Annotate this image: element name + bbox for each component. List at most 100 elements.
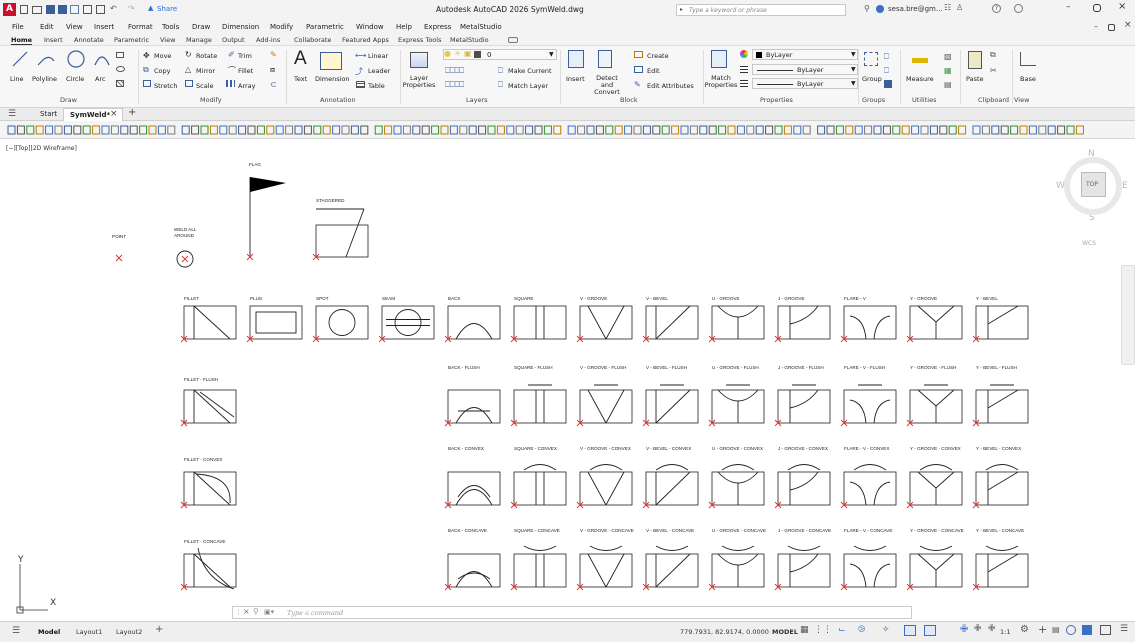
clock-icon[interactable] [1014,4,1023,13]
toolbar-tool-icon[interactable] [845,125,854,135]
osnap-icon[interactable]: ✧ [882,625,890,635]
plot-icon[interactable] [83,5,92,14]
polyline-label[interactable]: Polyline [32,75,57,83]
toolbar-tool-icon[interactable] [835,125,844,135]
close-icon[interactable]: × [1118,1,1126,12]
hardware-accel-icon[interactable] [1082,625,1092,635]
base-button[interactable]: Base [1020,75,1036,83]
new-icon[interactable] [20,5,28,14]
menu-modify[interactable]: Modify [270,23,293,31]
toolbar-tool-icon[interactable] [774,125,783,135]
toolbar-tool-icon[interactable] [313,125,322,135]
toolbar-tool-icon[interactable] [515,125,524,135]
toolbar-tool-icon[interactable] [642,125,651,135]
toolbar-tool-icon[interactable] [543,125,552,135]
arc-button[interactable] [92,49,112,75]
open-icon[interactable] [32,6,42,14]
tab-express-tools[interactable]: Express Tools [398,36,441,44]
tab-metalstudio[interactable]: MetalStudio [450,36,489,44]
view-panel-label[interactable]: View [1014,96,1029,104]
copy-clip-icon[interactable]: ⧉ [990,50,996,60]
model-space-button[interactable]: MODEL [772,628,798,636]
toolbar-tool-icon[interactable] [7,125,16,135]
toolbar-tool-icon[interactable] [972,125,981,135]
new-tab-icon[interactable]: + [128,107,136,118]
toolbar-tool-icon[interactable] [275,125,284,135]
toolbar-tool-icon[interactable] [661,125,670,135]
toolbar-tool-icon[interactable] [948,125,957,135]
toolbar-tool-icon[interactable] [892,125,901,135]
menu-express[interactable]: Express [424,23,451,31]
stretch-button[interactable]: Stretch [154,82,177,90]
tab-annotate[interactable]: Annotate [74,36,104,44]
id-point-icon[interactable]: ▤ [944,80,952,89]
close-tab-icon[interactable]: × [110,109,118,119]
toolbar-tool-icon[interactable] [1057,125,1066,135]
help-icon[interactable]: ? [992,4,1001,13]
ungroup-icon[interactable]: ⎕ [884,52,889,62]
command-search-icon[interactable]: ⚲ [253,607,259,616]
toolbar-tool-icon[interactable] [256,125,265,135]
tab-parametric[interactable]: Parametric [114,36,149,44]
toolbar-tool-icon[interactable] [157,125,166,135]
otrack-icon[interactable] [904,625,916,636]
cut-icon[interactable]: ✂ [990,66,997,75]
tab-output[interactable]: Output [222,36,245,44]
group-edit-icon[interactable]: ⎕ [884,66,889,76]
ribbon-toggle-icon[interactable] [508,37,518,43]
redo-icon[interactable]: ↷ [128,4,135,13]
toolbar-tool-icon[interactable] [468,125,477,135]
toolbar-tool-icon[interactable] [92,125,101,135]
match-properties-button[interactable]: Match Properties [704,75,738,89]
arc-label[interactable]: Arc [95,75,106,83]
toolbar-tool-icon[interactable] [294,125,303,135]
toolbar-tool-icon[interactable] [1019,125,1028,135]
layer-tools-row2-icon[interactable]: ⎕⎕⎕⎕ [445,80,464,90]
toolbar-tool-icon[interactable] [360,125,369,135]
layer-tools-icon[interactable]: ⎕⎕⎕⎕ [445,66,464,76]
clipboard-panel-label[interactable]: Clipboard [978,96,1009,104]
toolbar-tool-icon[interactable] [689,125,698,135]
ortho-icon[interactable]: ⌙ [838,625,846,635]
group-button[interactable]: Group [862,75,882,83]
snap-icon[interactable]: ⋮⋮ [814,625,832,635]
viewcube-top-face[interactable]: TOP [1081,172,1106,197]
line-button[interactable] [10,49,30,75]
toolbar-tool-icon[interactable] [120,125,129,135]
people-icon[interactable]: ♙ [956,3,963,12]
group-select-icon[interactable] [884,80,892,88]
toolbar-tool-icon[interactable] [402,125,411,135]
toolbar-tool-icon[interactable] [322,125,331,135]
insert-button[interactable]: Insert [566,75,585,83]
scale-button[interactable]: Scale [196,82,214,90]
toolbar-tool-icon[interactable] [181,125,190,135]
toolbar-tool-icon[interactable] [567,125,576,135]
toolbar-tool-icon[interactable] [727,125,736,135]
toolbar-tool-icon[interactable] [882,125,891,135]
toolbar-tool-icon[interactable] [624,125,633,135]
grid-icon[interactable]: ▦ [800,625,809,635]
toolbar-tool-icon[interactable] [167,125,176,135]
annotation-scale[interactable]: 1:1 [1000,628,1010,636]
menu-help[interactable]: Help [396,23,412,31]
toolbar-tool-icon[interactable] [139,125,148,135]
table-button[interactable]: Table [368,82,385,90]
toolbar-tool-icon[interactable] [746,125,755,135]
polyline-button[interactable] [36,49,56,75]
toolbar-tool-icon[interactable] [680,125,689,135]
toolbar-tool-icon[interactable] [191,125,200,135]
toolbar-tool-icon[interactable] [374,125,383,135]
toolbar-tool-icon[interactable] [614,125,623,135]
toolbar-tool-icon[interactable] [929,125,938,135]
rectangle-icon[interactable] [116,52,124,58]
model-tab[interactable]: Model [38,628,60,636]
color-dropdown[interactable]: ByLayer ▼ [752,49,858,60]
erase-icon[interactable]: ✎ [270,50,277,59]
annotation-panel-label[interactable]: Annotation [320,96,356,104]
toolbar-tool-icon[interactable] [478,125,487,135]
toolbar-tool-icon[interactable] [26,125,35,135]
command-close-icon[interactable]: × [243,607,250,616]
toolbar-tool-icon[interactable] [384,125,393,135]
toolbar-tool-icon[interactable] [755,125,764,135]
hamburger-icon[interactable]: ☰ [8,109,16,119]
